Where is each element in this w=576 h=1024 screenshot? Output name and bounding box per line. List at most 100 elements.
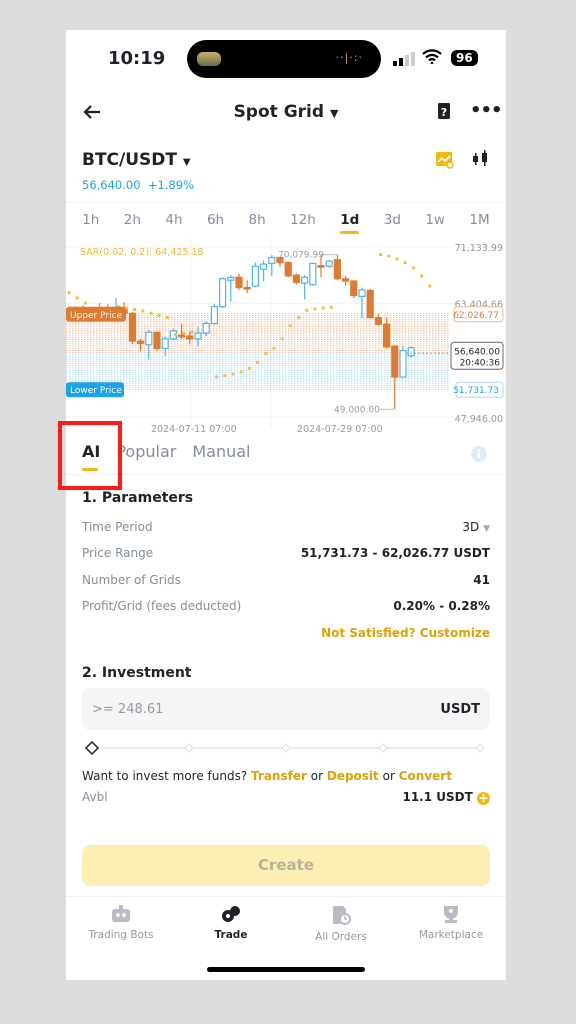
sar-dot — [67, 291, 71, 295]
candle-body — [391, 345, 399, 378]
sar-indicator-label: SAR(0.02, 0.2): 64,425.18 — [80, 247, 204, 258]
low-marker-label: 49,000.00 — [334, 405, 380, 415]
lower-price-value: 51,731.73 — [453, 386, 499, 396]
candle-body — [309, 262, 317, 286]
create-button[interactable]: Create — [82, 845, 490, 886]
media-thumbnail — [197, 52, 221, 66]
candle-body — [342, 278, 350, 282]
sar-dot — [280, 337, 284, 341]
sar-dot — [272, 346, 276, 350]
sar-dot — [83, 301, 87, 305]
sar-dot — [174, 332, 178, 336]
home-indicator[interactable] — [207, 967, 365, 972]
sar-dot — [329, 305, 333, 309]
y-tick: 47,946.00 — [455, 414, 503, 425]
candle-body — [243, 286, 251, 290]
timeframe-tab-1h[interactable]: 1h — [82, 212, 99, 234]
candle-body — [383, 323, 391, 348]
sar-dot — [313, 307, 317, 311]
param-row-profit: Profit/Grid (fees deducted) 0.20% - 0.28% — [82, 599, 490, 613]
sar-dot — [379, 253, 383, 257]
upper-price-label: Upper Price — [70, 311, 123, 321]
lower-price-label: Lower Price — [70, 386, 122, 396]
timeframe-tab-1M[interactable]: 1M — [469, 212, 489, 234]
sar-dot — [157, 313, 161, 317]
candle-body — [161, 338, 169, 350]
high-marker-label: 70,079.99 — [278, 251, 324, 261]
candle-body — [358, 289, 366, 297]
timeframe-tab-2h[interactable]: 2h — [124, 212, 141, 234]
svg-text:?: ? — [441, 106, 447, 119]
sar-dot — [165, 316, 169, 320]
nav-trading-bots[interactable]: Trading Bots — [66, 897, 176, 956]
param-row-price-range: Price Range 51,731.73 - 62,026.77 USDT — [82, 546, 490, 560]
more-icon[interactable]: ••• — [470, 100, 503, 121]
info-icon[interactable] — [471, 446, 487, 462]
timeframe-tab-6h[interactable]: 6h — [207, 212, 224, 234]
battery-indicator: 96 — [451, 50, 478, 66]
candle-body — [202, 322, 210, 334]
sar-dot — [305, 308, 309, 312]
phone-screen: 10:19 ··|·:· 96 Spot Grid ▼ ? ••• BTC/US… — [66, 30, 506, 980]
x-tick: 2024-07-29 07:00 — [297, 424, 383, 435]
timeframe-tab-4h[interactable]: 4h — [165, 212, 182, 234]
candle-body — [145, 331, 153, 346]
candle-body — [219, 278, 227, 308]
candle-countdown: 20:40:36 — [460, 358, 501, 368]
chevron-down-icon: ▼ — [483, 524, 490, 534]
sar-dot — [321, 306, 325, 310]
timeframe-tab-8h[interactable]: 8h — [249, 212, 266, 234]
candle-body — [317, 264, 325, 268]
convert-link[interactable]: Convert — [399, 769, 452, 783]
status-time: 10:19 — [108, 48, 166, 69]
trophy-icon — [444, 906, 458, 923]
candle-body — [292, 274, 300, 284]
strategy-tab-popular[interactable]: Popular — [116, 442, 176, 461]
sar-dot — [223, 374, 227, 378]
price-chart[interactable]: SAR(0.02, 0.2): 64,425.18 71,133.9963,404… — [66, 238, 506, 438]
transfer-link[interactable]: Transfer — [251, 769, 307, 783]
pair-selector[interactable]: BTC/USDT ▼ — [82, 150, 191, 170]
time-period-select[interactable]: 3D ▼ — [462, 520, 490, 534]
add-funds-icon[interactable]: + — [477, 792, 490, 805]
x-tick: 2024-07-11 07:00 — [151, 424, 237, 435]
param-row-grids: Number of Grids 41 — [82, 573, 490, 587]
timeframe-tab-3d[interactable]: 3d — [384, 212, 401, 234]
deposit-link[interactable]: Deposit — [327, 769, 379, 783]
timeframe-tab-12h[interactable]: 12h — [290, 212, 316, 234]
customize-link[interactable]: Not Satisfied? Customize — [321, 626, 490, 640]
candle-body — [260, 263, 268, 270]
audio-wave-icon: ··|·:· — [335, 51, 363, 64]
parameters-title: 1. Parameters — [82, 490, 194, 506]
divider — [66, 474, 506, 475]
candlestick-icon[interactable] — [471, 150, 489, 168]
timeframe-tab-1w[interactable]: 1w — [425, 212, 445, 234]
nav-trade[interactable]: Trade — [176, 897, 286, 956]
help-book-icon[interactable]: ? — [436, 102, 452, 120]
nav-marketplace[interactable]: Marketplace — [396, 897, 506, 956]
candle-body — [284, 262, 292, 277]
investment-slider[interactable] — [82, 738, 492, 758]
nav-all-orders[interactable]: All Orders — [286, 897, 396, 956]
sar-dot — [403, 261, 407, 265]
signal-icon — [393, 52, 415, 66]
investment-input[interactable]: >= 248.61 USDT — [82, 688, 490, 730]
strategy-tab-manual[interactable]: Manual — [192, 442, 250, 461]
trade-icon — [222, 906, 240, 922]
sar-dot — [428, 284, 432, 288]
sar-dot — [190, 330, 194, 334]
candle-body — [186, 335, 194, 340]
candle-body — [227, 276, 235, 281]
y-tick: 71,133.99 — [455, 243, 503, 254]
slider-handle — [84, 740, 100, 756]
chevron-down-icon: ▼ — [329, 107, 339, 120]
candle-body — [210, 306, 218, 325]
pair-price: 56,640.00 +1.89% — [82, 178, 195, 192]
wifi-icon — [422, 49, 442, 64]
divider — [66, 202, 506, 203]
sar-dot — [387, 254, 391, 258]
timeframe-tab-1d[interactable]: 1d — [340, 212, 360, 234]
candle-body — [235, 276, 243, 289]
indicator-chart-icon[interactable] — [436, 152, 454, 169]
candle-body — [325, 260, 333, 267]
